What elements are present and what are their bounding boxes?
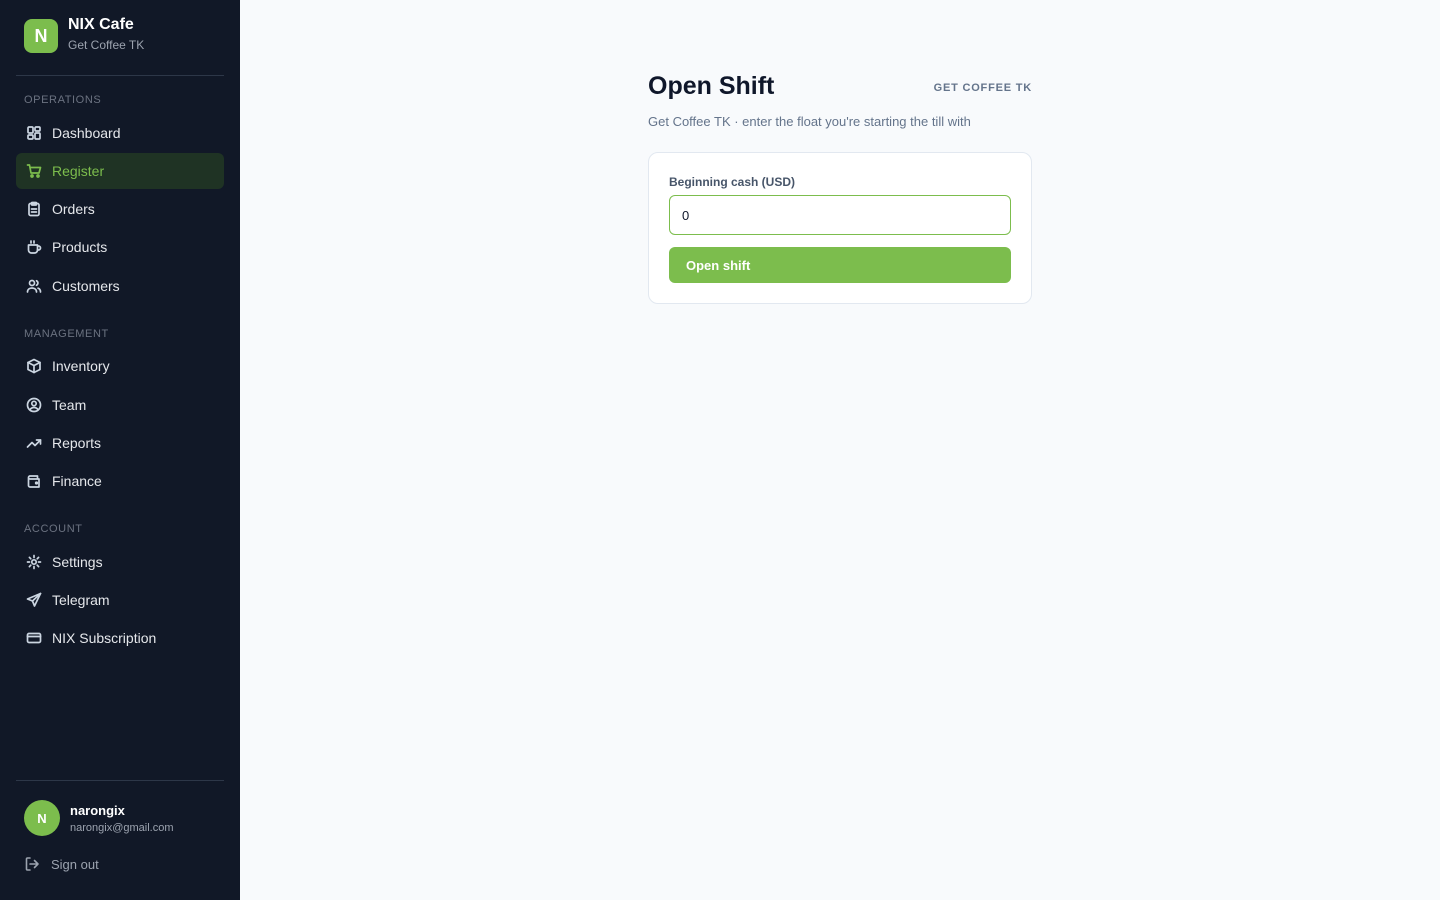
section-label-account: ACCOUNT xyxy=(24,523,83,535)
sidebar-item-settings[interactable]: Settings xyxy=(16,544,224,580)
sign-out-label: Sign out xyxy=(51,856,99,872)
box-icon xyxy=(26,358,42,374)
brand: N NIX Cafe Get Coffee TK xyxy=(24,15,145,53)
sidebar-item-label: Telegram xyxy=(52,592,110,608)
sidebar-item-label: NIX Subscription xyxy=(52,630,157,646)
page-subtitle: Get Coffee TK · enter the float you're s… xyxy=(648,114,971,129)
brand-name: NIX Cafe xyxy=(68,15,134,33)
org-tag: GET COFFEE TK xyxy=(933,82,1032,94)
section-label-operations: OPERATIONS xyxy=(24,94,102,106)
credit-card-icon xyxy=(26,630,42,646)
sign-out-button[interactable]: Sign out xyxy=(24,856,99,872)
user-name: narongix xyxy=(70,802,125,818)
sidebar-item-label: Reports xyxy=(52,435,102,451)
beginning-cash-label: Beginning cash (USD) xyxy=(669,175,796,189)
sidebar-item-telegram[interactable]: Telegram xyxy=(16,582,224,618)
section-label-management: MANAGEMENT xyxy=(24,328,109,340)
sidebar-item-label: Settings xyxy=(52,554,103,570)
sidebar-item-label: Finance xyxy=(52,473,102,489)
divider xyxy=(16,780,224,781)
sidebar-item-label: Customers xyxy=(52,278,120,294)
sidebar: N NIX Cafe Get Coffee TK OPERATIONS Dash… xyxy=(0,0,240,900)
sidebar-item-finance[interactable]: Finance xyxy=(16,463,224,499)
sidebar-item-label: Orders xyxy=(52,201,95,217)
user-email: narongix@gmail.com xyxy=(70,821,174,834)
user-circle-icon xyxy=(26,397,42,413)
sidebar-item-label: Products xyxy=(52,239,108,255)
sidebar-item-reports[interactable]: Reports xyxy=(16,425,224,461)
dashboard-icon xyxy=(26,125,42,141)
sidebar-item-customers[interactable]: Customers xyxy=(16,268,224,304)
trending-up-icon xyxy=(26,435,42,451)
page-title: Open Shift xyxy=(648,72,775,100)
sidebar-item-subscription[interactable]: NIX Subscription xyxy=(16,620,224,656)
brand-subtitle: Get Coffee TK xyxy=(68,37,145,52)
send-icon xyxy=(26,592,42,608)
brand-logo: N xyxy=(24,19,58,53)
clipboard-icon xyxy=(26,201,42,217)
sidebar-item-label: Dashboard xyxy=(52,125,121,141)
open-shift-card: Beginning cash (USD) Open shift xyxy=(648,152,1032,304)
sidebar-item-label: Register xyxy=(52,163,105,179)
users-icon xyxy=(26,278,42,294)
sidebar-item-dashboard[interactable]: Dashboard xyxy=(16,115,224,151)
beginning-cash-input[interactable] xyxy=(669,195,1011,235)
cart-icon xyxy=(26,163,42,179)
sidebar-item-inventory[interactable]: Inventory xyxy=(16,348,224,384)
open-shift-button[interactable]: Open shift xyxy=(669,247,1011,283)
gear-icon xyxy=(26,554,42,570)
sidebar-item-label: Inventory xyxy=(52,358,110,374)
coffee-cup-icon xyxy=(26,239,42,255)
wallet-icon xyxy=(26,473,42,489)
sidebar-item-products[interactable]: Products xyxy=(16,229,224,265)
sidebar-item-team[interactable]: Team xyxy=(16,387,224,423)
user-profile: N narongix narongix@gmail.com xyxy=(24,800,174,836)
log-out-icon xyxy=(25,857,39,871)
sidebar-item-label: Team xyxy=(52,397,87,413)
sidebar-item-orders[interactable]: Orders xyxy=(16,191,224,227)
divider xyxy=(16,75,224,76)
avatar: N xyxy=(24,800,60,836)
sidebar-item-register[interactable]: Register xyxy=(16,153,224,189)
